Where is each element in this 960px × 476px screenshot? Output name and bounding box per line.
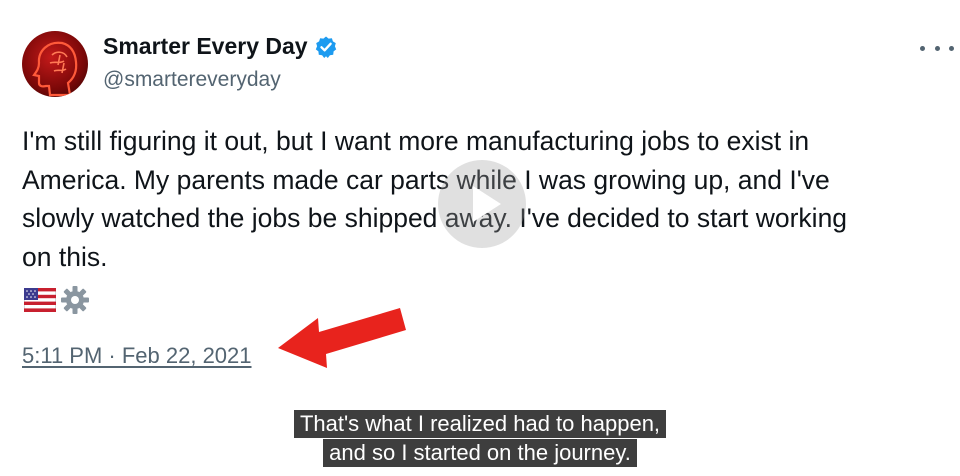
caption-line: That's what I realized had to happen, <box>293 410 667 438</box>
avatar[interactable] <box>22 31 88 97</box>
emoji-row <box>24 285 90 315</box>
play-button[interactable] <box>438 160 526 248</box>
account-name[interactable]: Smarter Every Day <box>103 33 308 60</box>
verified-badge-icon <box>314 35 338 59</box>
gear-icon <box>61 286 89 314</box>
tweet-timestamp[interactable]: 5:11 PM · Feb 22, 2021 <box>22 343 252 369</box>
video-captions: That's what I realized had to happen, an… <box>0 410 960 467</box>
dot <box>934 45 940 51</box>
caption-line: and so I started on the journey. <box>323 439 637 467</box>
play-icon <box>473 186 501 222</box>
dot <box>920 45 925 51</box>
tweet-line: I'm still figuring it out, but I want mo… <box>22 126 810 156</box>
account-handle[interactable]: @smartereveryday <box>103 68 281 92</box>
us-flag-icon <box>24 288 56 312</box>
dot <box>949 45 954 51</box>
head-profile-avatar-icon <box>32 41 78 97</box>
more-options-icon[interactable] <box>920 36 954 60</box>
tweet-frame: Smarter Every Day @smartereveryday I'm s… <box>0 0 960 476</box>
account-name-row: Smarter Every Day <box>103 33 338 60</box>
red-arrow-icon <box>278 308 406 368</box>
